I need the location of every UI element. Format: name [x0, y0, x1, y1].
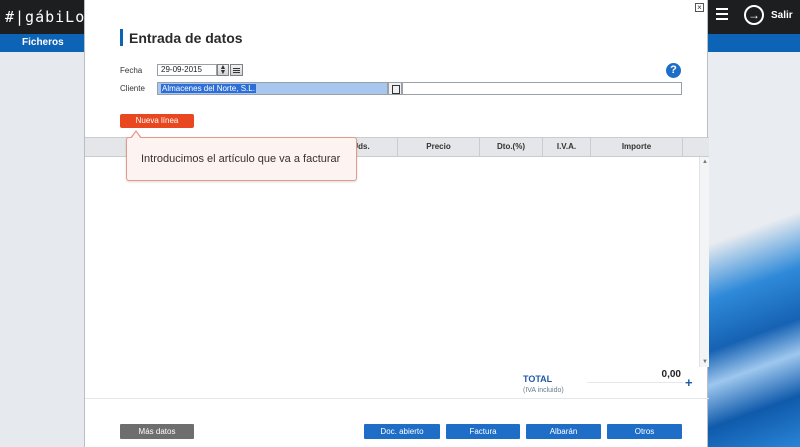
date-spinner-icon[interactable]: ▲ ▼ [217, 64, 229, 76]
cliente-value: Almacenes del Norte, S.L. [161, 84, 256, 93]
scroll-up-icon[interactable]: ▲ [701, 158, 709, 166]
cliente-label: Cliente [120, 84, 145, 93]
data-entry-dialog: × Entrada de datos Fecha 29-09-2015 ▲ ▼ ?… [84, 0, 709, 447]
calendar-icon[interactable] [230, 64, 243, 76]
cliente-lookup-icon[interactable] [388, 82, 402, 95]
fecha-label: Fecha [120, 66, 143, 75]
total-label: TOTAL [523, 374, 553, 384]
help-icon[interactable]: ? [666, 63, 681, 78]
albaran-button[interactable]: Albarán [526, 424, 601, 439]
close-icon[interactable]: × [695, 3, 704, 12]
exit-label[interactable]: Salir [771, 10, 793, 21]
column-header-dto[interactable]: Dto.(%) [479, 138, 542, 156]
cliente-field[interactable]: Almacenes del Norte, S.L. [157, 82, 388, 95]
column-header-precio[interactable]: Precio [397, 138, 479, 156]
background-decorative-panel [708, 52, 800, 447]
total-expand-icon[interactable]: + [685, 375, 693, 390]
hamburger-menu-icon[interactable] [716, 8, 728, 20]
fecha-field[interactable]: 29-09-2015 [157, 64, 217, 76]
title-accent-bar [120, 29, 123, 46]
total-value: 0,00 [661, 369, 681, 380]
otros-button[interactable]: Otros [607, 424, 682, 439]
cliente-extra-field[interactable] [402, 82, 682, 95]
app-logo: #|gábiLoS [5, 8, 96, 26]
nav-item-ficheros[interactable]: Ficheros [22, 37, 64, 48]
dialog-title: Entrada de datos [129, 30, 243, 46]
footer-divider [85, 398, 709, 399]
table-body[interactable] [85, 157, 709, 367]
total-divider [587, 382, 683, 383]
column-header-blank [682, 138, 709, 156]
guide-tooltip: Introducimos el artículo que va a factur… [126, 130, 357, 181]
doc-abierto-button[interactable]: Doc. abierto [364, 424, 440, 439]
exit-arrow-icon[interactable]: → [744, 5, 764, 25]
table-scrollbar[interactable]: ▲ ▼ [699, 157, 709, 367]
column-header-iva[interactable]: I.V.A. [542, 138, 590, 156]
scroll-down-icon[interactable]: ▼ [701, 358, 709, 366]
background-left-panel [0, 52, 84, 447]
total-sublabel: (IVA incluido) [523, 387, 564, 394]
factura-button[interactable]: Factura [446, 424, 520, 439]
nueva-linea-button[interactable]: Nueva línea [120, 114, 194, 128]
mas-datos-button[interactable]: Más datos [120, 424, 194, 439]
column-header-importe[interactable]: Importe [590, 138, 682, 156]
